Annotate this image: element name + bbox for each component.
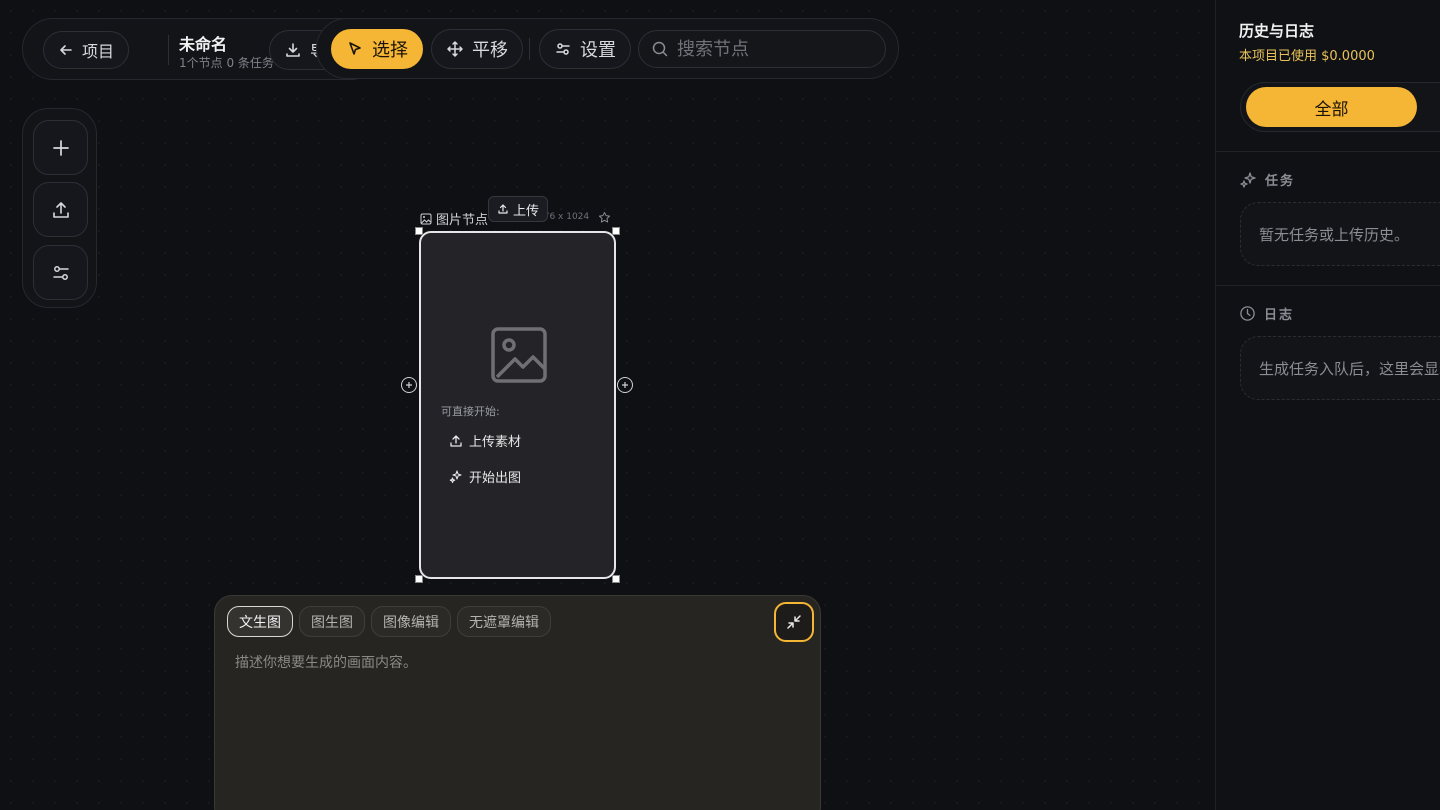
start-hint: 可直接开始:	[441, 405, 500, 418]
favorite-button[interactable]	[598, 209, 611, 228]
connect-left-handle[interactable]	[401, 377, 417, 393]
side-tools	[22, 108, 97, 308]
upload-material-button[interactable]: 上传素材	[449, 431, 521, 450]
collapse-panel-button[interactable]	[774, 602, 814, 642]
node-label-text: 图片节点	[436, 213, 489, 228]
top-toolbar: 选择 平移 设置	[316, 18, 899, 79]
project-subtitle: 1个节点 0 条任务	[179, 56, 274, 70]
prompt-panel: 文生图 图生图 图像编辑 无遮罩编辑	[214, 595, 821, 810]
tab-text-to-image[interactable]: 文生图	[227, 606, 293, 637]
upload-icon	[450, 434, 462, 447]
upload-icon	[52, 201, 69, 218]
history-filter: 全部	[1240, 82, 1440, 132]
sparkle-icon	[449, 469, 462, 483]
canvas[interactable]: 项目 未命名 1个节点 0 条任务 导出 选择 平移 设置	[0, 0, 1215, 810]
node-upload-button[interactable]: 上传	[488, 196, 549, 222]
star-icon	[598, 211, 611, 223]
move-icon	[447, 41, 463, 57]
plus-icon	[406, 382, 412, 388]
clock-icon	[1240, 306, 1255, 321]
adjust-button[interactable]	[33, 245, 88, 300]
plus-icon	[52, 139, 69, 156]
plus-icon	[622, 382, 628, 388]
start-generate-button[interactable]: 开始出图	[449, 467, 521, 486]
search-box	[638, 30, 886, 68]
download-icon	[286, 43, 300, 57]
connect-right-handle[interactable]	[617, 377, 633, 393]
image-placeholder-icon	[491, 327, 547, 383]
pan-tool-label: 平移	[472, 40, 508, 61]
search-icon	[652, 41, 668, 57]
upload-button[interactable]	[33, 182, 88, 237]
tasks-title-text: 任务	[1265, 174, 1296, 189]
tasks-section-title: 任务	[1239, 170, 1295, 189]
resize-handle-bottom-right[interactable]	[612, 575, 620, 583]
tab-image-to-image[interactable]: 图生图	[299, 606, 365, 637]
divider	[168, 35, 169, 65]
tab-image-edit[interactable]: 图像编辑	[371, 606, 451, 637]
upload-icon	[498, 204, 508, 214]
arrow-left-icon	[60, 45, 72, 55]
select-tool-button[interactable]: 选择	[331, 29, 423, 69]
node-upload-label: 上传	[513, 203, 540, 219]
back-label: 项目	[82, 42, 115, 61]
logs-empty-state: 生成任务入队后，这里会显示	[1240, 336, 1440, 400]
project-title: 未命名	[179, 35, 228, 54]
upload-material-label: 上传素材	[469, 435, 522, 450]
prompt-input[interactable]	[235, 652, 795, 772]
divider	[1216, 285, 1440, 286]
cursor-icon	[349, 42, 361, 55]
back-to-projects-button[interactable]: 项目	[43, 31, 130, 69]
search-input[interactable]	[677, 38, 867, 60]
tab-maskless-edit[interactable]: 无遮罩编辑	[457, 606, 551, 637]
select-tool-label: 选择	[372, 40, 408, 61]
sparkle-icon	[1240, 171, 1256, 188]
toolbar-divider	[529, 38, 530, 60]
sidebar-title: 历史与日志	[1239, 22, 1315, 40]
filter-all-button[interactable]: 全部	[1246, 87, 1417, 127]
resize-handle-top-left[interactable]	[415, 227, 423, 235]
project-cost: 本项目已使用 $0.0000	[1239, 49, 1375, 64]
resize-handle-top-right[interactable]	[612, 227, 620, 235]
settings-button[interactable]: 设置	[539, 29, 631, 69]
logs-title-text: 日志	[1264, 308, 1295, 323]
resize-handle-bottom-left[interactable]	[415, 575, 423, 583]
minimize-icon	[787, 615, 801, 629]
pan-tool-button[interactable]: 平移	[431, 29, 523, 69]
history-sidebar: 历史与日志 本项目已使用 $0.0000 全部 任务 暂无任务或上传历史。 日志…	[1215, 0, 1440, 810]
sliders-icon	[556, 43, 570, 55]
node-label: 图片节点	[420, 209, 488, 228]
start-generate-label: 开始出图	[469, 471, 522, 486]
logs-section-title: 日志	[1239, 304, 1294, 323]
add-node-button[interactable]	[33, 120, 88, 175]
sliders-icon	[52, 265, 69, 280]
image-icon	[420, 213, 432, 224]
image-node[interactable]: 可直接开始: 上传素材 开始出图	[419, 231, 616, 579]
tasks-empty-state: 暂无任务或上传历史。	[1240, 202, 1440, 266]
settings-label: 设置	[580, 40, 616, 61]
divider	[1216, 151, 1440, 152]
